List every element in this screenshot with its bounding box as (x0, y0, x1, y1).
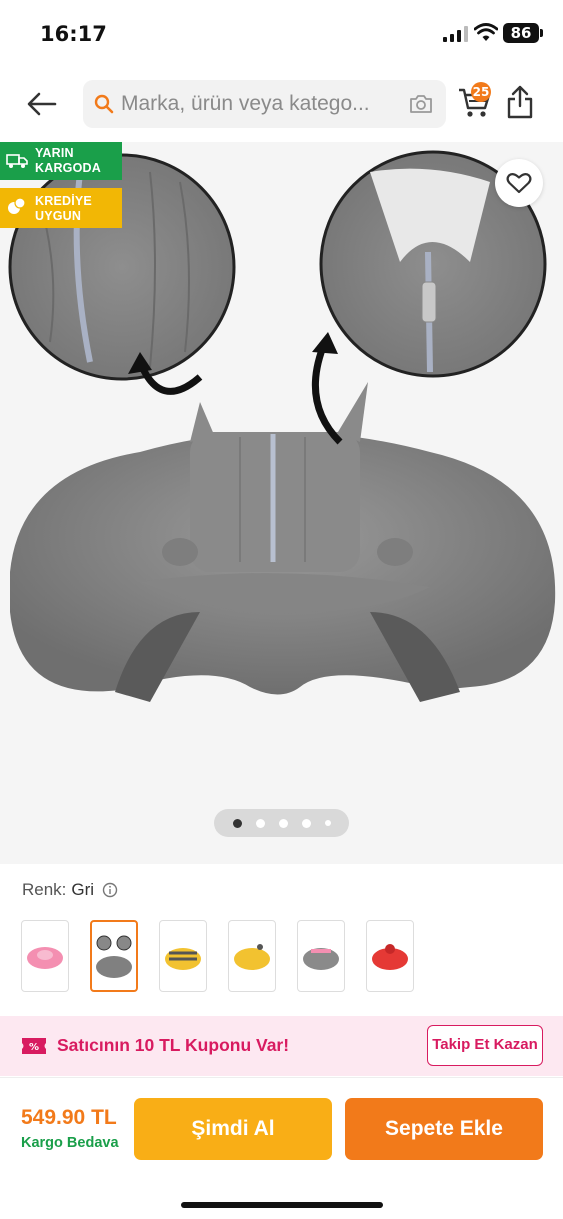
info-icon[interactable] (102, 882, 118, 898)
swatch-image (372, 944, 408, 970)
buy-now-button[interactable]: Şimdi Al (134, 1098, 332, 1160)
camera-search-icon[interactable] (408, 92, 434, 116)
follow-earn-button[interactable]: Takip Et Kazan (427, 1025, 543, 1066)
color-selector-label: Renk: Gri (22, 880, 118, 900)
swatch-image (303, 948, 339, 970)
gallery-dot[interactable] (255, 818, 265, 828)
gallery-dot[interactable] (278, 818, 288, 828)
heart-icon (506, 173, 532, 194)
gallery-dot[interactable] (324, 820, 331, 826)
fast-shipping-label: YARIN KARGODA (35, 146, 101, 175)
back-arrow-icon (27, 92, 57, 116)
free-shipping-label: Kargo Bedava (21, 1135, 119, 1151)
battery-indicator: 86 (503, 23, 543, 43)
color-value: Gri (71, 880, 95, 899)
product-gallery[interactable]: YARIN KARGODA KREDİYE UYGUN (0, 142, 563, 864)
home-indicator[interactable] (181, 1202, 383, 1208)
status-time: 16:17 (40, 22, 107, 46)
truck-icon (6, 154, 28, 168)
color-label: Renk: (22, 880, 67, 899)
back-button[interactable] (22, 84, 62, 124)
coupon-icon: % (22, 1038, 46, 1054)
cellular-signal-icon (443, 26, 468, 42)
gallery-dot[interactable] (232, 818, 242, 828)
search-input[interactable]: Marka, ürün veya katego... (121, 92, 408, 116)
gallery-dot[interactable] (301, 818, 311, 828)
swatch-gray-pink[interactable] (297, 920, 345, 992)
fast-shipping-badge: YARIN KARGODA (0, 142, 122, 180)
svg-text:%: % (29, 1042, 39, 1053)
swatch-image (96, 935, 132, 978)
coins-icon (8, 197, 26, 214)
cart-count-badge: 25 (471, 82, 491, 102)
coupon-text: Satıcının 10 TL Kuponu Var! (57, 1035, 290, 1055)
swatch-red[interactable] (366, 920, 414, 992)
add-to-cart-button[interactable]: Sepete Ekle (345, 1098, 543, 1160)
favorite-button[interactable] (495, 159, 543, 207)
price: 549.90 TL (21, 1106, 117, 1129)
search-icon (94, 94, 114, 114)
product-image[interactable] (0, 142, 563, 864)
wifi-icon (474, 23, 498, 41)
credit-label: KREDİYE UYGUN (35, 194, 92, 223)
swatch-pink[interactable] (21, 920, 69, 992)
coupon-banner: % Satıcının 10 TL Kuponu Var! Takip Et K… (0, 1016, 563, 1076)
swatch-gray[interactable] (90, 920, 138, 992)
credit-badge: KREDİYE UYGUN (0, 188, 122, 228)
swatch-image (234, 944, 270, 970)
search-bar[interactable]: Marka, ürün veya katego... (83, 80, 446, 128)
bottom-action-bar: 549.90 TL Kargo Bedava Şimdi Al Sepete E… (0, 1077, 563, 1219)
share-icon[interactable] (506, 84, 534, 120)
swatch-image (27, 947, 63, 969)
swatch-image (165, 948, 201, 970)
status-bar: 16:17 86 (0, 0, 563, 66)
top-nav: Marka, ürün veya katego... 25 (0, 66, 563, 142)
swatch-yellow[interactable] (228, 920, 276, 992)
color-swatches (21, 920, 414, 992)
swatch-yellow-gray[interactable] (159, 920, 207, 992)
gallery-pagination (214, 809, 349, 837)
